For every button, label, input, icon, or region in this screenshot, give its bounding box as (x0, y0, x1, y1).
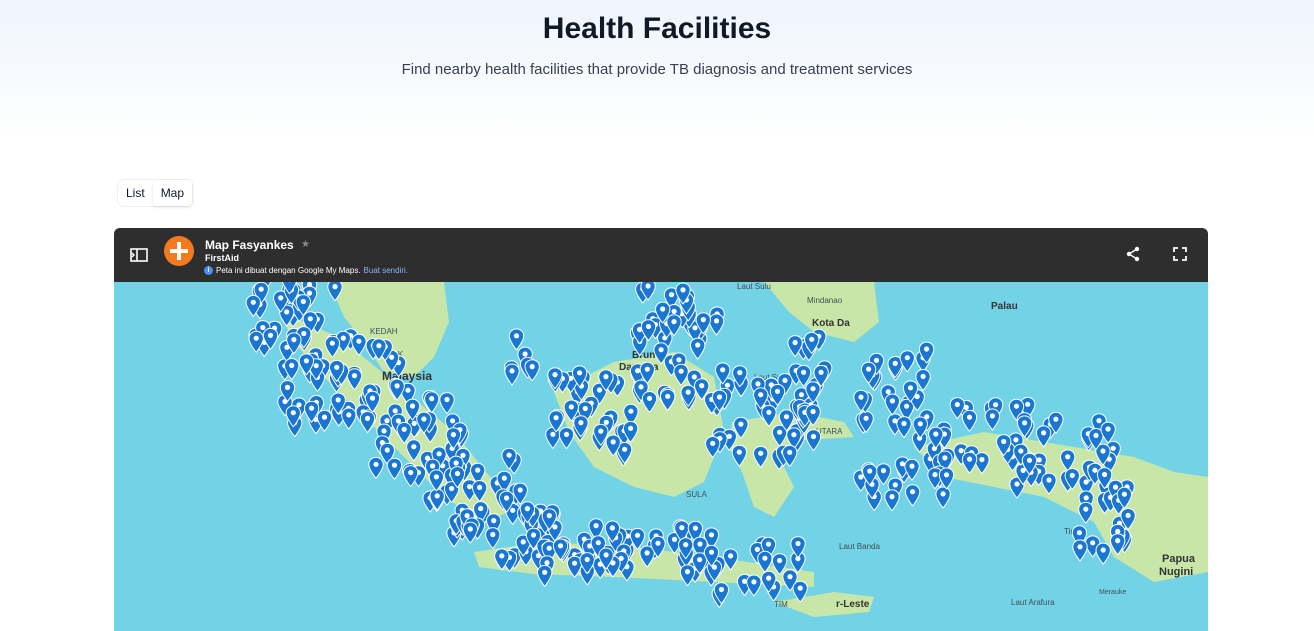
info-icon: i (204, 266, 213, 275)
map-owner: FirstAid (205, 253, 240, 263)
label-nugini: Nugini (1159, 566, 1193, 578)
map-info: i Peta ini dibuat dengan Google My Maps.… (204, 266, 408, 275)
hero-banner: Health Facilities Find nearby health fac… (0, 0, 1314, 140)
embedded-map[interactable]: Map Fasyankes ★ FirstAid i Peta ini dibu… (114, 228, 1208, 631)
label-laut-banda: Laut Banda (839, 542, 880, 551)
share-icon[interactable] (1125, 246, 1141, 262)
map-toolbar: Map Fasyankes ★ FirstAid i Peta ini dibu… (114, 228, 1208, 282)
view-toggle: List Map (118, 180, 193, 206)
label-mindanao: Mindanao (807, 296, 843, 305)
label-brunei: Brun (632, 350, 655, 361)
label-timor-leste: r-Leste (836, 599, 870, 610)
label-kedah: KEDAH (370, 327, 398, 336)
label-palau: Palau (991, 301, 1018, 312)
label-laut-sulu: Laut Sulu (737, 282, 771, 291)
tab-list[interactable]: List (118, 180, 153, 206)
label-timur: TIM (774, 600, 788, 609)
tab-map[interactable]: Map (152, 180, 193, 206)
create-own-link[interactable]: Buat sendiri. (364, 266, 408, 275)
star-icon[interactable]: ★ (301, 239, 310, 250)
page-subtitle: Find nearby health facilities that provi… (401, 61, 913, 78)
fullscreen-icon[interactable] (1173, 247, 1187, 261)
map-title[interactable]: Map Fasyankes (205, 238, 294, 252)
info-text: Peta ini dibuat dengan Google My Maps. (216, 266, 361, 275)
label-papua: Papua (1162, 553, 1196, 565)
firstaid-logo (164, 236, 194, 266)
label-merauke: Merauke (1099, 589, 1126, 596)
side-panel-icon[interactable] (130, 248, 148, 262)
label-laut-arafura: Laut Arafura (1011, 598, 1055, 607)
map-canvas[interactable]: Laut Sulu Mindanao Palau Kota Da KEDAH P… (114, 282, 1208, 631)
label-sulawesi: SULA (686, 490, 708, 499)
label-kota-da: Kota Da (812, 318, 850, 329)
page-title: Health Facilities (542, 12, 772, 45)
